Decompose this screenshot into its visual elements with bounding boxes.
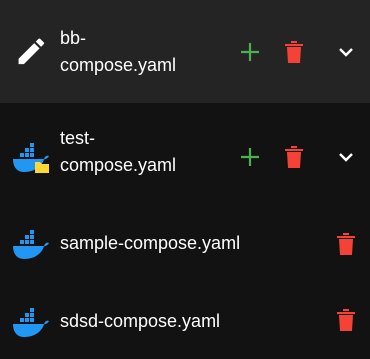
file-name: sample-compose.yaml [60, 233, 241, 253]
file-item-sdsd-compose[interactable]: sdsd-compose.yaml [0, 283, 370, 359]
file-name-line-1: test- [60, 128, 96, 148]
edit-pencil-icon[interactable] [11, 31, 51, 71]
file-name: bb- compose.yaml [60, 25, 210, 79]
add-icon [241, 148, 259, 166]
file-item-bb-compose[interactable]: bb- compose.yaml [0, 0, 370, 103]
add-icon [241, 43, 259, 61]
add-button[interactable] [236, 38, 264, 66]
docker-icon[interactable] [11, 225, 51, 265]
docker-icon[interactable] [11, 303, 51, 343]
file-name: sdsd-compose.yaml [60, 311, 221, 331]
delete-icon [337, 233, 355, 255]
expand-button[interactable] [332, 38, 360, 66]
add-button[interactable] [236, 143, 264, 171]
file-name: test- compose.yaml [60, 125, 210, 179]
file-item-test-compose[interactable]: test- compose.yaml [0, 103, 370, 203]
delete-icon [337, 309, 355, 331]
delete-button[interactable] [332, 230, 360, 258]
delete-icon [285, 41, 303, 63]
file-name-line-2: compose.yaml [60, 155, 177, 175]
file-item-sample-compose[interactable]: sample-compose.yaml [0, 203, 370, 283]
file-name-line-2: compose.yaml [60, 55, 177, 75]
chevron-down-icon [339, 153, 353, 162]
delete-button[interactable] [280, 38, 308, 66]
docker-folder-icon[interactable] [11, 138, 51, 178]
file-name-line-1: bb- [60, 28, 87, 48]
delete-icon [285, 146, 303, 168]
chevron-down-icon [339, 48, 353, 57]
compose-file-list: bb- compose.yaml test- compose.yaml samp… [0, 0, 370, 359]
expand-button[interactable] [332, 143, 360, 171]
delete-button[interactable] [280, 143, 308, 171]
delete-button[interactable] [332, 306, 360, 334]
